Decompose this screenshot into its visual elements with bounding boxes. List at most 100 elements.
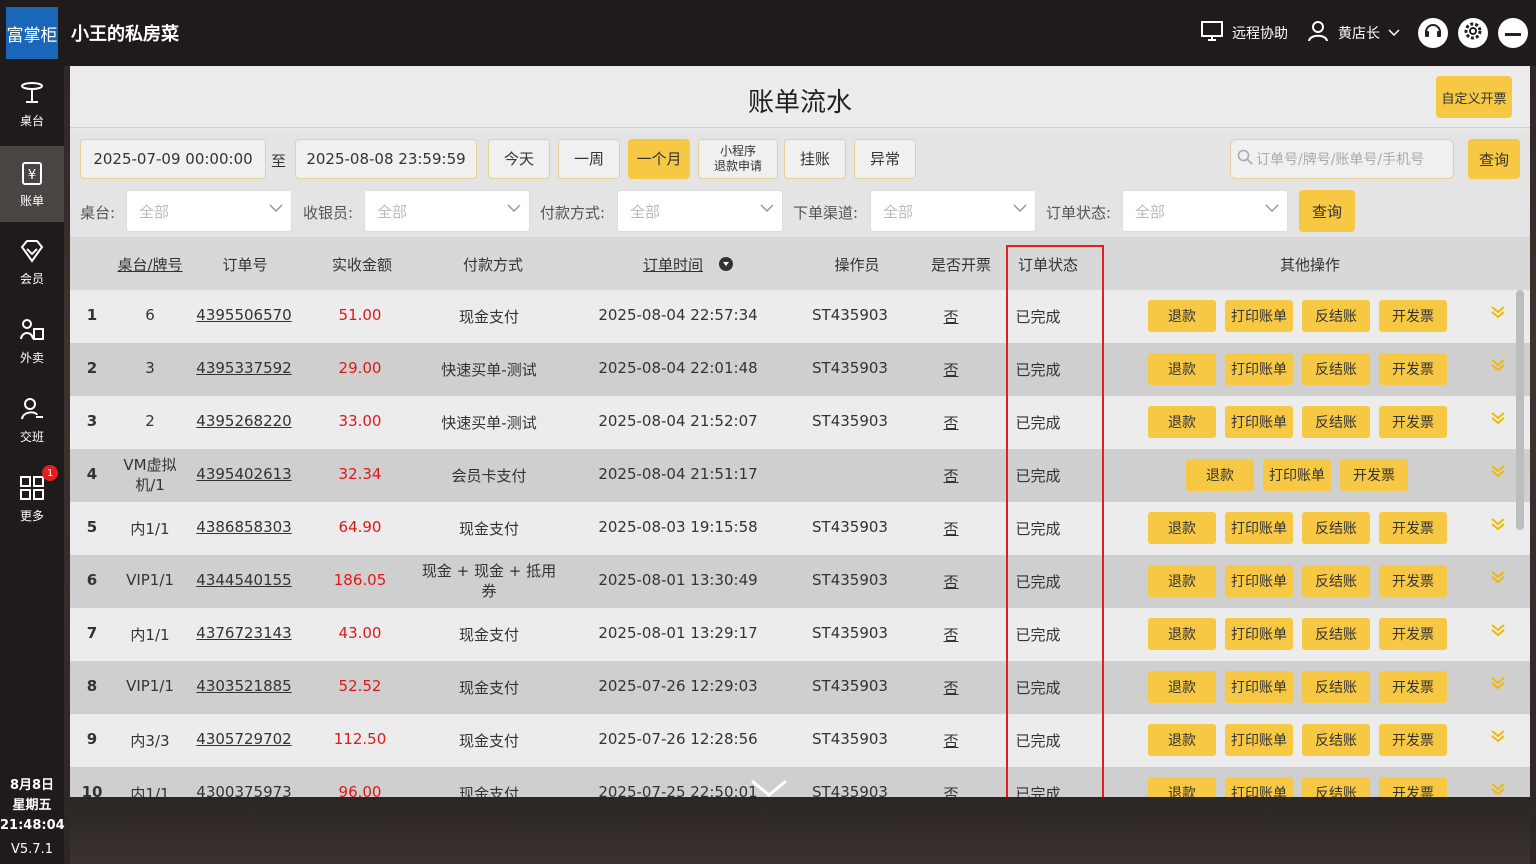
expand-row-icon[interactable] [1490, 728, 1506, 748]
scroll-down-icon[interactable] [750, 778, 788, 802]
expand-row-icon[interactable] [1490, 569, 1506, 589]
status-filter-select[interactable]: 全部 [1122, 190, 1288, 232]
print-bill-button[interactable]: 打印账单 [1225, 618, 1293, 650]
row-order-link[interactable]: 4395506570 [196, 306, 291, 324]
search-input[interactable]: 订单号/牌号/账单号/手机号 [1230, 139, 1454, 179]
abnormal-button[interactable]: 异常 [854, 139, 916, 179]
table-row[interactable]: 8 VIP1/1 4303521885 52.52 现金支付 2025-07-26 12:… [70, 661, 1530, 714]
expand-row-icon[interactable] [1490, 357, 1506, 377]
row-invoiced[interactable]: 否 [943, 359, 958, 380]
expand-row-icon[interactable] [1490, 463, 1506, 483]
reverse-checkout-button[interactable]: 反结账 [1302, 618, 1370, 650]
issue-invoice-button[interactable]: 开发票 [1379, 724, 1447, 756]
filter-query-button[interactable]: 查询 [1299, 190, 1355, 232]
refund-button[interactable]: 退款 [1148, 671, 1216, 703]
sidebar-item-tables[interactable]: 桌台 [0, 66, 64, 142]
row-invoiced[interactable]: 否 [943, 624, 958, 645]
row-invoiced[interactable]: 否 [943, 306, 958, 327]
row-order-link[interactable]: 4300375973 [196, 783, 291, 797]
channel-filter-select[interactable]: 全部 [870, 190, 1036, 232]
reverse-checkout-button[interactable]: 反结账 [1302, 724, 1370, 756]
reverse-checkout-button[interactable]: 反结账 [1302, 565, 1370, 597]
refund-button[interactable]: 退款 [1148, 406, 1216, 438]
table-row[interactable]: 3 2 4395268220 33.00 快速买单-测试 2025-08-04 21:52… [70, 396, 1530, 449]
reverse-checkout-button[interactable]: 反结账 [1302, 671, 1370, 703]
table-row[interactable]: 5 内1/1 4386858303 64.90 现金支付 2025-08-03 19:15… [70, 502, 1530, 555]
user-menu[interactable]: 黄店长 [1306, 19, 1400, 47]
support-button[interactable] [1418, 18, 1448, 48]
mini-program-refund-button[interactable]: 小程序 退款申请 [698, 139, 778, 179]
refund-button[interactable]: 退款 [1186, 459, 1254, 491]
expand-row-icon[interactable] [1490, 675, 1506, 695]
sort-desc-icon[interactable] [719, 257, 733, 275]
row-invoiced[interactable]: 否 [943, 465, 958, 486]
sidebar-item-takeout[interactable]: 外卖 [0, 303, 64, 379]
print-bill-button[interactable]: 打印账单 [1225, 565, 1293, 597]
start-date-input[interactable]: 2025-07-09 00:00:00 [80, 139, 266, 179]
reverse-checkout-button[interactable]: 反结账 [1302, 300, 1370, 332]
expand-row-icon[interactable] [1490, 781, 1506, 797]
row-order-link[interactable]: 4395402613 [196, 465, 291, 483]
month-button[interactable]: 一个月 [628, 139, 690, 179]
custom-invoice-button[interactable]: 自定义开票 [1436, 76, 1512, 118]
print-bill-button[interactable]: 打印账单 [1225, 724, 1293, 756]
credit-button[interactable]: 挂账 [784, 139, 846, 179]
reverse-checkout-button[interactable]: 反结账 [1302, 353, 1370, 385]
print-bill-button[interactable]: 打印账单 [1225, 512, 1293, 544]
issue-invoice-button[interactable]: 开发票 [1379, 565, 1447, 597]
row-order-link[interactable]: 4344540155 [196, 571, 291, 589]
reverse-checkout-button[interactable]: 反结账 [1302, 406, 1370, 438]
row-invoiced[interactable]: 否 [943, 571, 958, 592]
row-order-link[interactable]: 4386858303 [196, 518, 291, 536]
print-bill-button[interactable]: 打印账单 [1225, 353, 1293, 385]
row-invoiced[interactable]: 否 [943, 412, 958, 433]
row-order-link[interactable]: 4303521885 [196, 677, 291, 695]
sidebar-item-bills[interactable]: ¥ 账单 [0, 146, 64, 222]
refund-button[interactable]: 退款 [1148, 512, 1216, 544]
table-row[interactable]: 4 VM虚拟机/1 4395402613 32.34 会员卡支付 2025-08-04 2… [70, 449, 1530, 502]
row-invoiced[interactable]: 否 [943, 783, 958, 797]
row-invoiced[interactable]: 否 [943, 677, 958, 698]
remote-help-button[interactable]: 远程协助 [1200, 20, 1288, 46]
header-order-time[interactable]: 订单时间 [643, 254, 703, 275]
refund-button[interactable]: 退款 [1148, 724, 1216, 756]
refund-button[interactable]: 退款 [1148, 777, 1216, 797]
issue-invoice-button[interactable]: 开发票 [1379, 671, 1447, 703]
table-row[interactable]: 6 VIP1/1 4344540155 186.05 现金 + 现金 + 抵用券 2025… [70, 555, 1530, 608]
row-order-link[interactable]: 4305729702 [196, 730, 291, 748]
reverse-checkout-button[interactable]: 反结账 [1302, 777, 1370, 797]
end-date-input[interactable]: 2025-08-08 23:59:59 [295, 139, 477, 179]
sidebar-item-members[interactable]: 会员 [0, 224, 64, 300]
settings-button[interactable] [1458, 18, 1488, 48]
table-row[interactable]: 7 内1/1 4376723143 43.00 现金支付 2025-08-01 13:29… [70, 608, 1530, 661]
table-row[interactable]: 9 内3/3 4305729702 112.50 现金支付 2025-07-26 12:2… [70, 714, 1530, 767]
refund-button[interactable]: 退款 [1148, 300, 1216, 332]
expand-row-icon[interactable] [1490, 410, 1506, 430]
table-row[interactable]: 2 3 4395337592 29.00 快速买单-测试 2025-08-04 22:01… [70, 343, 1530, 396]
expand-row-icon[interactable] [1490, 516, 1506, 536]
refund-button[interactable]: 退款 [1148, 353, 1216, 385]
table-row[interactable]: 10 内1/1 4300375973 96.00 现金支付 2025-07-25 22:5… [70, 767, 1530, 797]
print-bill-button[interactable]: 打印账单 [1225, 777, 1293, 797]
reverse-checkout-button[interactable]: 反结账 [1302, 512, 1370, 544]
issue-invoice-button[interactable]: 开发票 [1379, 353, 1447, 385]
print-bill-button[interactable]: 打印账单 [1225, 406, 1293, 438]
issue-invoice-button[interactable]: 开发票 [1379, 618, 1447, 650]
table-row[interactable]: 1 6 4395506570 51.00 现金支付 2025-08-04 22:57:34… [70, 290, 1530, 343]
issue-invoice-button[interactable]: 开发票 [1379, 777, 1447, 797]
minimize-button[interactable] [1498, 18, 1528, 48]
expand-row-icon[interactable] [1490, 622, 1506, 642]
row-invoiced[interactable]: 否 [943, 730, 958, 751]
today-button[interactable]: 今天 [488, 139, 550, 179]
cashier-filter-select[interactable]: 全部 [364, 190, 530, 232]
row-order-link[interactable]: 4395268220 [196, 412, 291, 430]
refund-button[interactable]: 退款 [1148, 565, 1216, 597]
header-table-no[interactable]: 桌台/牌号 [117, 254, 182, 275]
row-invoiced[interactable]: 否 [943, 518, 958, 539]
issue-invoice-button[interactable]: 开发票 [1340, 459, 1408, 491]
expand-row-icon[interactable] [1490, 304, 1506, 324]
search-query-button[interactable]: 查询 [1468, 139, 1520, 179]
table-filter-select[interactable]: 全部 [126, 190, 292, 232]
issue-invoice-button[interactable]: 开发票 [1379, 406, 1447, 438]
sidebar-item-more[interactable]: 更多 1 [0, 461, 64, 537]
